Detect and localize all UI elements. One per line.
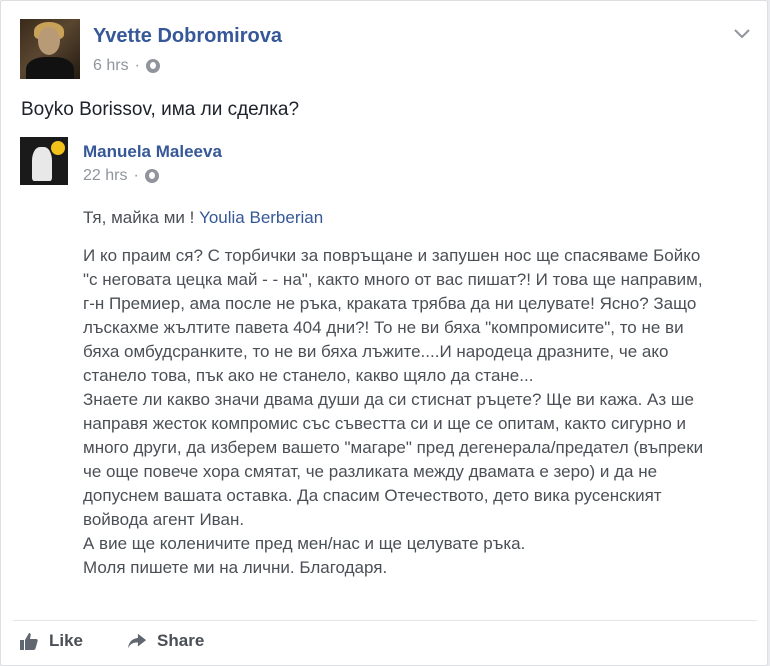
meta-separator: · [133,167,139,184]
post-meta: 6 hrs · [93,57,160,75]
paragraph-line: лъскахме жълтите павета 404 дни?! То не … [83,318,684,337]
mention-link[interactable]: Youlia Berberian [199,208,323,227]
meta-separator: · [134,57,140,74]
shared-post-intro: Тя, майка ми ! Youlia Berberian [83,206,743,230]
shared-post-paragraph: И ко праим ся? С торбички за повръщане и… [83,244,743,580]
like-label: Like [49,631,84,650]
chevron-down-icon[interactable] [734,23,750,44]
paragraph-line: бяха омбудсранките, то не ви бяха лъжите… [83,342,669,361]
paragraph-line: станело това, пък ако не станело, какво … [83,366,534,385]
post-author-name[interactable]: Yvette Dobromirova [93,25,282,48]
paragraph-line: много други, да изберем вашето "магаре" … [83,438,704,457]
actions-divider [13,620,757,621]
shared-author-name[interactable]: Manuela Maleeva [83,142,222,162]
globe-icon[interactable] [144,169,159,183]
globe-icon[interactable] [145,59,160,73]
avatar-badge [51,141,65,155]
paragraph-line: войвода агент Иван. [83,510,245,529]
post-timestamp[interactable]: 6 hrs [93,57,129,75]
avatar-figure [32,147,52,181]
share-arrow-icon [127,631,147,651]
avatar-face [38,27,60,55]
like-button[interactable]: Like [19,631,83,651]
avatar-body [26,57,74,79]
paragraph-line: А вие ще коленичите пред мен/нас и ще це… [83,534,526,553]
paragraph-line: допуснем вашата оставка. Да спасим Отече… [83,486,662,505]
shared-author-avatar[interactable] [20,137,68,185]
paragraph-line: Знаете ли какво значи двама души да си с… [83,390,695,409]
share-button[interactable]: Share [127,631,204,651]
paragraph-line: "с неговата цецка май - - на", както мно… [83,270,703,289]
post-actions: Like Share [19,631,204,651]
paragraph-line: г-н Премиер, ама после не ръка, краката … [83,294,697,313]
paragraph-line: че още повече хора смятат, че разликата … [83,462,658,481]
author-avatar[interactable] [20,19,80,79]
intro-text: Тя, майка ми ! [83,208,200,227]
shared-post-meta: 22 hrs · [83,167,159,185]
paragraph-line: Моля пишете ми на лични. Благодаря. [83,558,388,577]
thumbs-up-icon [19,631,39,651]
paragraph-line: И ко праим ся? С торбички за повръщане и… [83,246,701,265]
shared-post-body: Тя, майка ми ! Youlia Berberian И ко пра… [83,206,743,580]
post-text: Boyko Borissov, има ли сделка? [21,99,300,120]
paragraph-line: направя жесток компромис със съвестта си… [83,414,687,433]
share-label: Share [157,631,205,650]
post-card: Yvette Dobromirova 6 hrs · Boyko Borisso… [0,0,768,666]
shared-post-timestamp[interactable]: 22 hrs [83,167,127,185]
